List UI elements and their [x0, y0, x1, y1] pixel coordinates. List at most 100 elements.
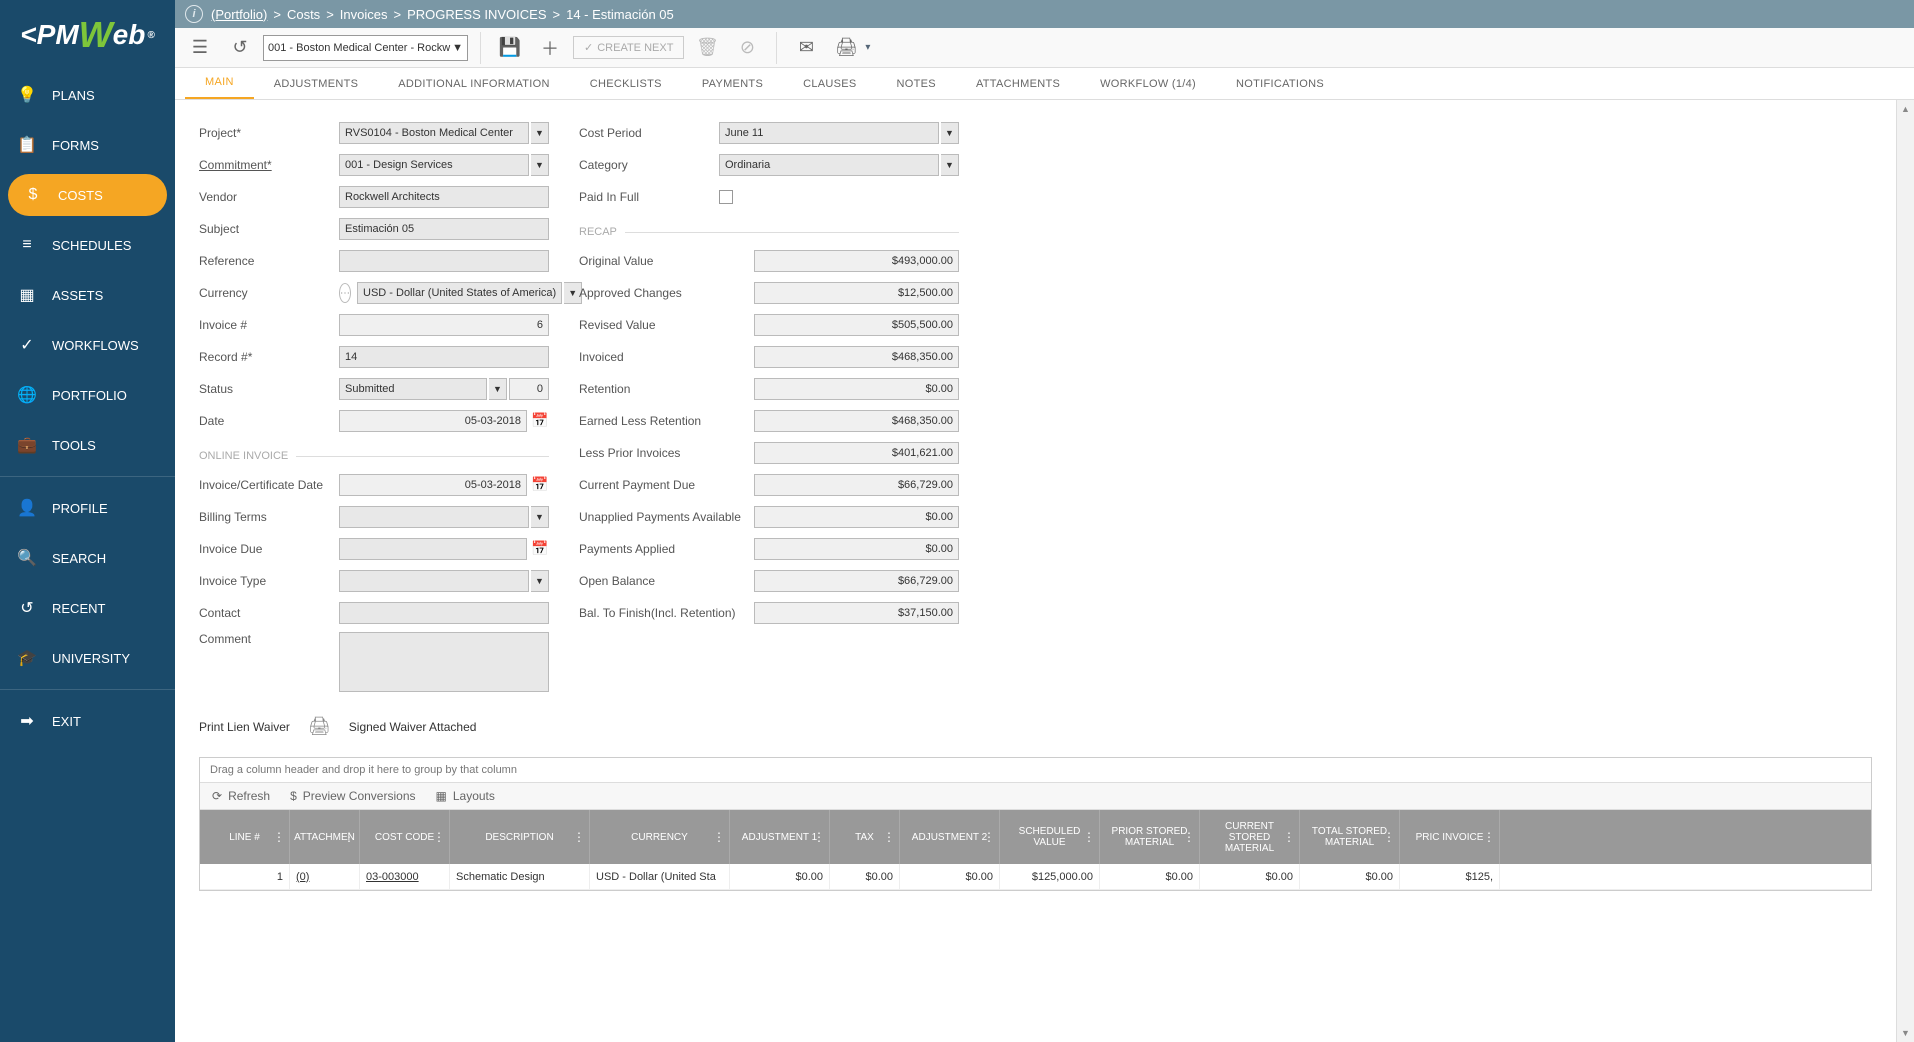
column-header[interactable]: LINE #⋮: [200, 810, 290, 864]
print-icon[interactable]: 🖨: [829, 33, 863, 63]
paid-full-checkbox[interactable]: [719, 190, 733, 204]
column-menu-icon[interactable]: ⋮: [713, 830, 725, 844]
column-header[interactable]: TOTAL STORED MATERIAL⋮: [1300, 810, 1400, 864]
column-header[interactable]: SCHEDULED VALUE⋮: [1000, 810, 1100, 864]
contact-field[interactable]: [339, 602, 549, 624]
block-icon[interactable]: ⊘: [730, 33, 764, 63]
commitment-field[interactable]: 001 - Design Services: [339, 154, 529, 176]
nav-tools[interactable]: 💼TOOLS: [0, 420, 175, 470]
cert-date-field[interactable]: 05-03-2018: [339, 474, 527, 496]
column-header[interactable]: PRIOR STORED MATERIAL⋮: [1100, 810, 1200, 864]
info-icon[interactable]: i: [185, 5, 203, 23]
dropdown-arrow-icon[interactable]: ▼: [531, 570, 549, 592]
calendar-icon[interactable]: 📅: [531, 476, 549, 494]
tab-adjustments[interactable]: ADJUSTMENTS: [254, 69, 379, 99]
column-header[interactable]: DESCRIPTION⋮: [450, 810, 590, 864]
dropdown-arrow-icon[interactable]: ▼: [941, 122, 959, 144]
grid-group-bar[interactable]: Drag a column header and drop it here to…: [200, 758, 1871, 783]
nav-assets[interactable]: ▦ASSETS: [0, 270, 175, 320]
calendar-icon[interactable]: 📅: [531, 540, 549, 558]
column-menu-icon[interactable]: ⋮: [273, 830, 285, 844]
tab-payments[interactable]: PAYMENTS: [682, 69, 783, 99]
nav-profile[interactable]: 👤PROFILE: [0, 483, 175, 533]
tab-notes[interactable]: NOTES: [877, 69, 956, 99]
column-menu-icon[interactable]: ⋮: [1283, 830, 1295, 844]
mail-icon[interactable]: ✉: [789, 33, 823, 63]
dropdown-arrow-icon[interactable]: ▼: [941, 154, 959, 176]
status-field[interactable]: Submitted: [339, 378, 487, 400]
save-icon[interactable]: 💾: [493, 33, 527, 63]
refresh-button[interactable]: ⟳Refresh: [212, 789, 270, 803]
column-menu-icon[interactable]: ⋮: [343, 830, 355, 844]
nav-portfolio[interactable]: 🌐PORTFOLIO: [0, 370, 175, 420]
column-menu-icon[interactable]: ⋮: [883, 830, 895, 844]
calendar-icon[interactable]: 📅: [531, 412, 549, 430]
column-menu-icon[interactable]: ⋮: [433, 830, 445, 844]
column-header[interactable]: CURRENCY⋮: [590, 810, 730, 864]
invoice-due-field[interactable]: [339, 538, 527, 560]
tab-clauses[interactable]: CLAUSES: [783, 69, 876, 99]
record-no-field[interactable]: 14: [339, 346, 549, 368]
breadcrumb-link[interactable]: (Portfolio): [211, 7, 267, 22]
comment-field[interactable]: [339, 632, 549, 692]
dropdown-arrow-icon[interactable]: ▼: [531, 122, 549, 144]
tab-notifications[interactable]: NOTIFICATIONS: [1216, 69, 1344, 99]
column-header[interactable]: CURRENT STORED MATERIAL⋮: [1200, 810, 1300, 864]
column-menu-icon[interactable]: ⋮: [813, 830, 825, 844]
nav-costs[interactable]: $COSTS: [8, 174, 167, 216]
nav-forms[interactable]: 📋FORMS: [0, 120, 175, 170]
tab-checklists[interactable]: CHECKLISTS: [570, 69, 682, 99]
history-icon[interactable]: ↺: [223, 33, 257, 63]
tab-main[interactable]: MAIN: [185, 67, 254, 99]
invoice-type-field[interactable]: [339, 570, 529, 592]
form-scroll-area[interactable]: Project* RVS0104 - Boston Medical Center…: [175, 100, 1896, 1042]
vertical-scrollbar[interactable]: [1896, 100, 1914, 1042]
subject-field[interactable]: Estimación 05: [339, 218, 549, 240]
dropdown-arrow-icon[interactable]: ▼: [531, 154, 549, 176]
column-menu-icon[interactable]: ⋮: [1083, 830, 1095, 844]
tab-workflow-1-4-[interactable]: WORKFLOW (1/4): [1080, 69, 1216, 99]
print-dropdown-arrow[interactable]: ▾: [865, 42, 870, 53]
delete-icon[interactable]: 🗑: [690, 33, 724, 63]
column-header[interactable]: ATTACHMEN⋮: [290, 810, 360, 864]
table-row[interactable]: 1(0)03-003000Schematic DesignUSD - Dolla…: [200, 864, 1871, 890]
vendor-field[interactable]: Rockwell Architects: [339, 186, 549, 208]
nav-university[interactable]: 🎓UNIVERSITY: [0, 633, 175, 683]
category-field[interactable]: Ordinaria: [719, 154, 939, 176]
currency-field[interactable]: USD - Dollar (United States of America): [357, 282, 562, 304]
column-header[interactable]: ADJUSTMENT 1⋮: [730, 810, 830, 864]
column-header[interactable]: PRIC INVOICE⋮: [1400, 810, 1500, 864]
nav-exit[interactable]: ➡EXIT: [0, 696, 175, 746]
column-menu-icon[interactable]: ⋮: [983, 830, 995, 844]
status-extra-field[interactable]: 0: [509, 378, 549, 400]
date-field[interactable]: 05-03-2018: [339, 410, 527, 432]
tab-attachments[interactable]: ATTACHMENTS: [956, 69, 1080, 99]
preview-conversions-button[interactable]: $Preview Conversions: [290, 789, 415, 803]
more-icon[interactable]: ⋯: [339, 283, 351, 303]
nav-recent[interactable]: ↺RECENT: [0, 583, 175, 633]
commitment-label[interactable]: Commitment*: [199, 158, 339, 172]
create-next-button[interactable]: ✓ CREATE NEXT: [573, 36, 684, 59]
project-field[interactable]: RVS0104 - Boston Medical Center: [339, 122, 529, 144]
column-header[interactable]: COST CODE⋮: [360, 810, 450, 864]
billing-terms-field[interactable]: [339, 506, 529, 528]
column-menu-icon[interactable]: ⋮: [1183, 830, 1195, 844]
nav-schedules[interactable]: ≡SCHEDULES: [0, 220, 175, 270]
column-menu-icon[interactable]: ⋮: [573, 830, 585, 844]
nav-plans[interactable]: 💡PLANS: [0, 70, 175, 120]
nav-workflows[interactable]: ✓WORKFLOWS: [0, 320, 175, 370]
cost-period-field[interactable]: June 11: [719, 122, 939, 144]
project-selector[interactable]: 001 - Boston Medical Center - Rockw▼: [263, 35, 468, 61]
column-header[interactable]: ADJUSTMENT 2⋮: [900, 810, 1000, 864]
column-menu-icon[interactable]: ⋮: [1383, 830, 1395, 844]
column-header[interactable]: TAX⋮: [830, 810, 900, 864]
invoice-no-field[interactable]: 6: [339, 314, 549, 336]
nav-search[interactable]: 🔍SEARCH: [0, 533, 175, 583]
add-icon[interactable]: ＋: [533, 33, 567, 63]
dropdown-arrow-icon[interactable]: ▼: [531, 506, 549, 528]
column-menu-icon[interactable]: ⋮: [1483, 830, 1495, 844]
list-icon[interactable]: ☰: [183, 33, 217, 63]
print-icon[interactable]: 🖨: [308, 716, 331, 737]
tab-additional-information[interactable]: ADDITIONAL INFORMATION: [378, 69, 569, 99]
dropdown-arrow-icon[interactable]: ▼: [489, 378, 507, 400]
